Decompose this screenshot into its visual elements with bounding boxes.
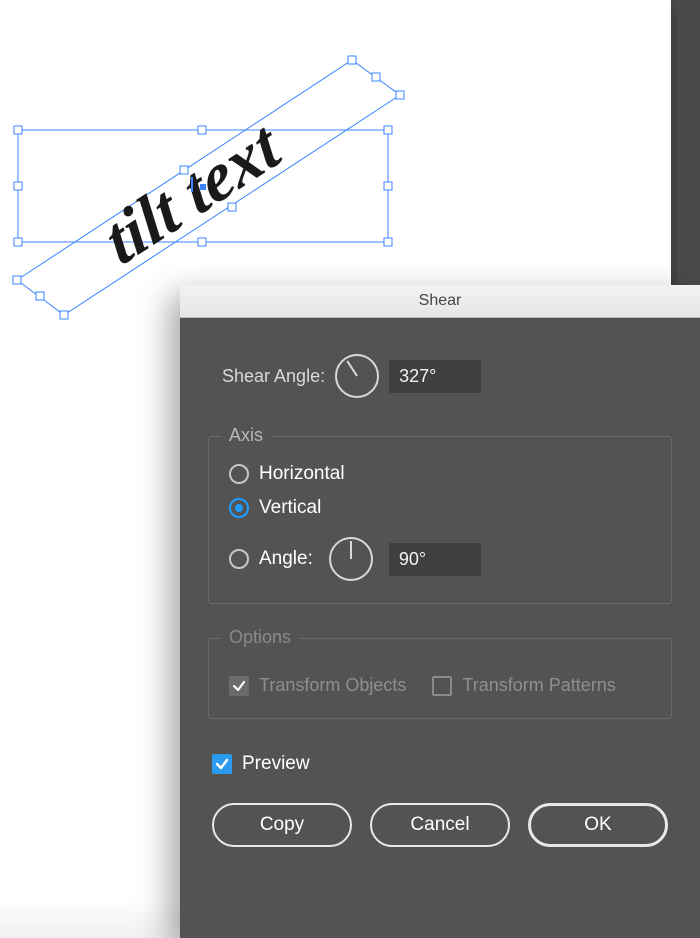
checkbox-icon xyxy=(432,676,452,696)
cancel-button[interactable]: Cancel xyxy=(370,803,510,847)
transform-objects-checkbox: Transform Objects xyxy=(229,675,406,696)
axis-horizontal-radio[interactable]: Horizontal xyxy=(229,463,651,485)
dialog-titlebar[interactable]: Shear xyxy=(180,285,700,318)
shear-angle-row: Shear Angle: xyxy=(208,354,672,398)
axis-angle-input[interactable] xyxy=(389,543,481,576)
transform-patterns-label: Transform Patterns xyxy=(462,675,615,696)
selection-handles[interactable] xyxy=(14,126,392,246)
axis-angle-label: Angle: xyxy=(259,548,313,570)
copy-button[interactable]: Copy xyxy=(212,803,352,847)
radio-icon xyxy=(229,549,249,569)
shear-dialog: Shear Shear Angle: Axis Horizontal Verti… xyxy=(180,285,700,938)
dialog-buttons: Copy Cancel OK xyxy=(208,803,672,847)
axis-group-label: Axis xyxy=(221,425,271,446)
ok-button[interactable]: OK xyxy=(528,803,668,847)
checkbox-icon xyxy=(229,676,249,696)
angle-dial-icon[interactable] xyxy=(335,354,379,398)
axis-vertical-radio[interactable]: Vertical xyxy=(229,497,651,519)
text-object[interactable]: tilt text xyxy=(93,105,292,280)
angle-dial-icon[interactable] xyxy=(329,537,373,581)
axis-vertical-label: Vertical xyxy=(259,497,321,519)
axis-group: Axis Horizontal Vertical Angle: xyxy=(208,436,672,604)
radio-icon xyxy=(229,464,249,484)
preview-label: Preview xyxy=(242,753,310,775)
shear-angle-input[interactable] xyxy=(389,360,481,393)
checkbox-icon xyxy=(212,754,232,774)
radio-icon xyxy=(229,498,249,518)
transform-patterns-checkbox: Transform Patterns xyxy=(432,675,615,696)
shear-guide-box xyxy=(13,56,404,319)
axis-angle-radio[interactable]: Angle: xyxy=(229,537,651,581)
shear-angle-label: Shear Angle: xyxy=(222,366,325,387)
transform-objects-label: Transform Objects xyxy=(259,675,406,696)
axis-horizontal-label: Horizontal xyxy=(259,463,345,485)
transform-center[interactable] xyxy=(200,184,206,190)
dialog-title: Shear xyxy=(419,292,462,310)
preview-checkbox[interactable]: Preview xyxy=(208,753,672,775)
dialog-body: Shear Angle: Axis Horizontal Vertical An… xyxy=(180,318,700,938)
options-group-label: Options xyxy=(221,627,299,648)
options-group: Options Transform Objects Transform Patt… xyxy=(208,638,672,719)
